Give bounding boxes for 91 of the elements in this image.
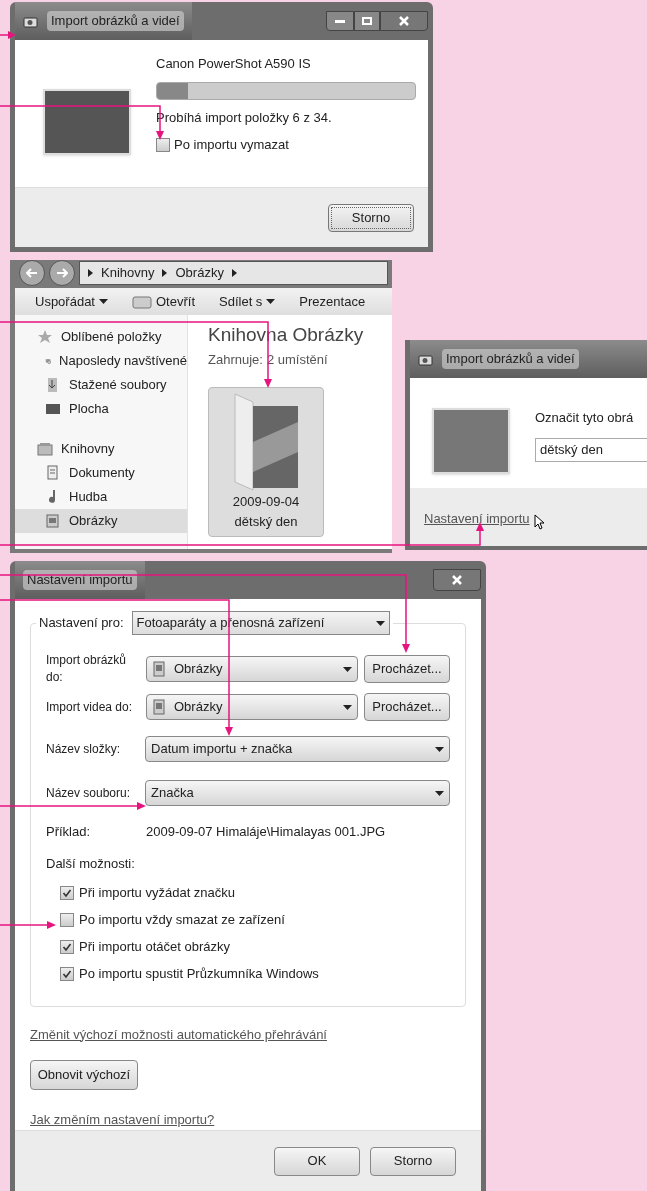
sidebar-item[interactable]: Obrázky [15,509,187,533]
checkbox[interactable] [60,886,74,900]
minimize-button[interactable] [326,11,354,31]
checkbox-label: Po importu spustit Průzkumníka Windows [79,965,319,984]
caret-icon [435,790,444,796]
cursor-icon [533,513,544,530]
settings-for-label: Nastavení pro: [39,614,124,633]
forward-button[interactable] [49,260,75,286]
check-icon [62,969,72,979]
browse-button[interactable]: Procházet... [364,693,450,721]
camera-icon [23,14,39,28]
device-name: Canon PowerShot A590 IS [156,55,312,73]
caret-icon [343,704,352,710]
maximize-button[interactable] [354,11,380,31]
check-icon [62,942,72,952]
settings-link[interactable]: Nastavení importu [424,511,530,526]
window-title: Import obrázků a videí [442,349,579,369]
checkbox[interactable] [156,137,170,152]
ok-button[interactable]: OK [274,1146,360,1176]
sidebar-item[interactable]: Knihovny [15,437,187,461]
close-button[interactable] [433,569,481,591]
close-icon [452,575,462,585]
field-label: Název složky: [46,740,122,758]
library-icon [37,441,53,457]
checkbox-label: Po importu vymazat [174,136,289,154]
cancel-button[interactable]: Storno [328,203,414,232]
back-arrow-icon [26,268,38,278]
example-value: 2009-09-07 Himaláje\Himalayas 001.JPG [146,823,386,842]
breadcrumb[interactable]: Obrázky [175,263,224,283]
camera-icon [418,352,434,366]
pictures-icon [45,513,61,529]
toolbar-button[interactable]: Prezentace [299,291,366,312]
tag-prompt: Označit tyto obrá [535,409,635,427]
dropdown[interactable]: Značka [145,780,450,806]
checkbox-label: Při importu otáčet obrázky [79,938,230,957]
folder-item[interactable]: 2009-09-04 dětský den [208,387,324,537]
autoplay-link[interactable]: Změnit výchozí možnosti automatického přehrávání [30,1024,327,1044]
checkbox[interactable] [60,940,74,954]
sidebar-item[interactable]: Naposledy navštívené [15,349,187,373]
chevron-icon [162,269,168,277]
field-label: Název souboru: [46,784,132,802]
more-options-label: Další možnosti: [46,855,136,873]
leader-line [0,921,56,929]
chevron-icon [88,269,93,277]
sidebar-item[interactable]: Dokumenty [15,461,187,485]
caret-icon [343,666,352,672]
reset-button[interactable]: Obnovit výchozí [30,1060,138,1090]
desktop-icon [45,401,61,417]
tag-input[interactable]: dětský den [535,437,647,462]
checkbox-label: Při importu vyžádat značku [79,884,236,903]
window-title: Nastavení importu [23,570,137,590]
sidebar-item[interactable]: Hudba [15,485,187,509]
folder-name: dětský den [234,512,298,531]
field-label: Import videa do: [46,698,134,716]
toolbar-button[interactable]: Sdílet s [219,291,276,312]
pictures-icon [152,699,166,715]
doc-icon [45,465,61,481]
window-title: Import obrázků a videí [47,11,184,31]
caret-icon [266,299,276,304]
caret-icon [435,746,444,752]
address-bar[interactable]: Knihovny Obrázky [79,261,388,285]
star-icon [37,329,53,345]
pictures-icon [152,661,166,677]
includes-label: Zahrnuje: [208,350,263,369]
browse-button[interactable]: Procházet... [364,655,450,683]
folder-date: 2009-09-04 [232,493,300,511]
help-link[interactable]: Jak změním nastavení importu? [30,1110,215,1130]
cancel-button[interactable]: Storno [370,1146,456,1176]
breadcrumb[interactable]: Knihovny [101,263,155,283]
toolbar-button[interactable]: Uspořádat [35,291,108,312]
back-button[interactable] [19,260,45,286]
chevron-icon [231,269,237,277]
dropdown[interactable]: Datum importu + značka [145,736,450,762]
caret-icon [99,299,108,304]
checkbox[interactable] [60,913,74,927]
toolbar-button[interactable]: Otevřít [132,291,195,312]
close-button[interactable] [380,11,428,31]
sidebar-item[interactable]: Plocha [15,397,187,421]
check-icon [62,888,72,898]
leader-line [0,31,16,39]
checkbox-label: Po importu vždy smazat ze zařízení [79,911,285,930]
sidebar-item[interactable]: Oblíbené položky [15,325,187,349]
field-label: Import obrázků do: [46,652,128,686]
caret-icon [375,620,385,626]
example-label: Příklad: [46,823,92,842]
checkbox[interactable] [60,967,74,981]
dropdown[interactable]: Obrázky [146,694,358,720]
close-icon [399,16,409,26]
sidebar-item[interactable]: Stažené soubory [15,373,187,397]
dropdown[interactable]: Obrázky [146,656,358,682]
forward-arrow-icon [56,268,68,278]
